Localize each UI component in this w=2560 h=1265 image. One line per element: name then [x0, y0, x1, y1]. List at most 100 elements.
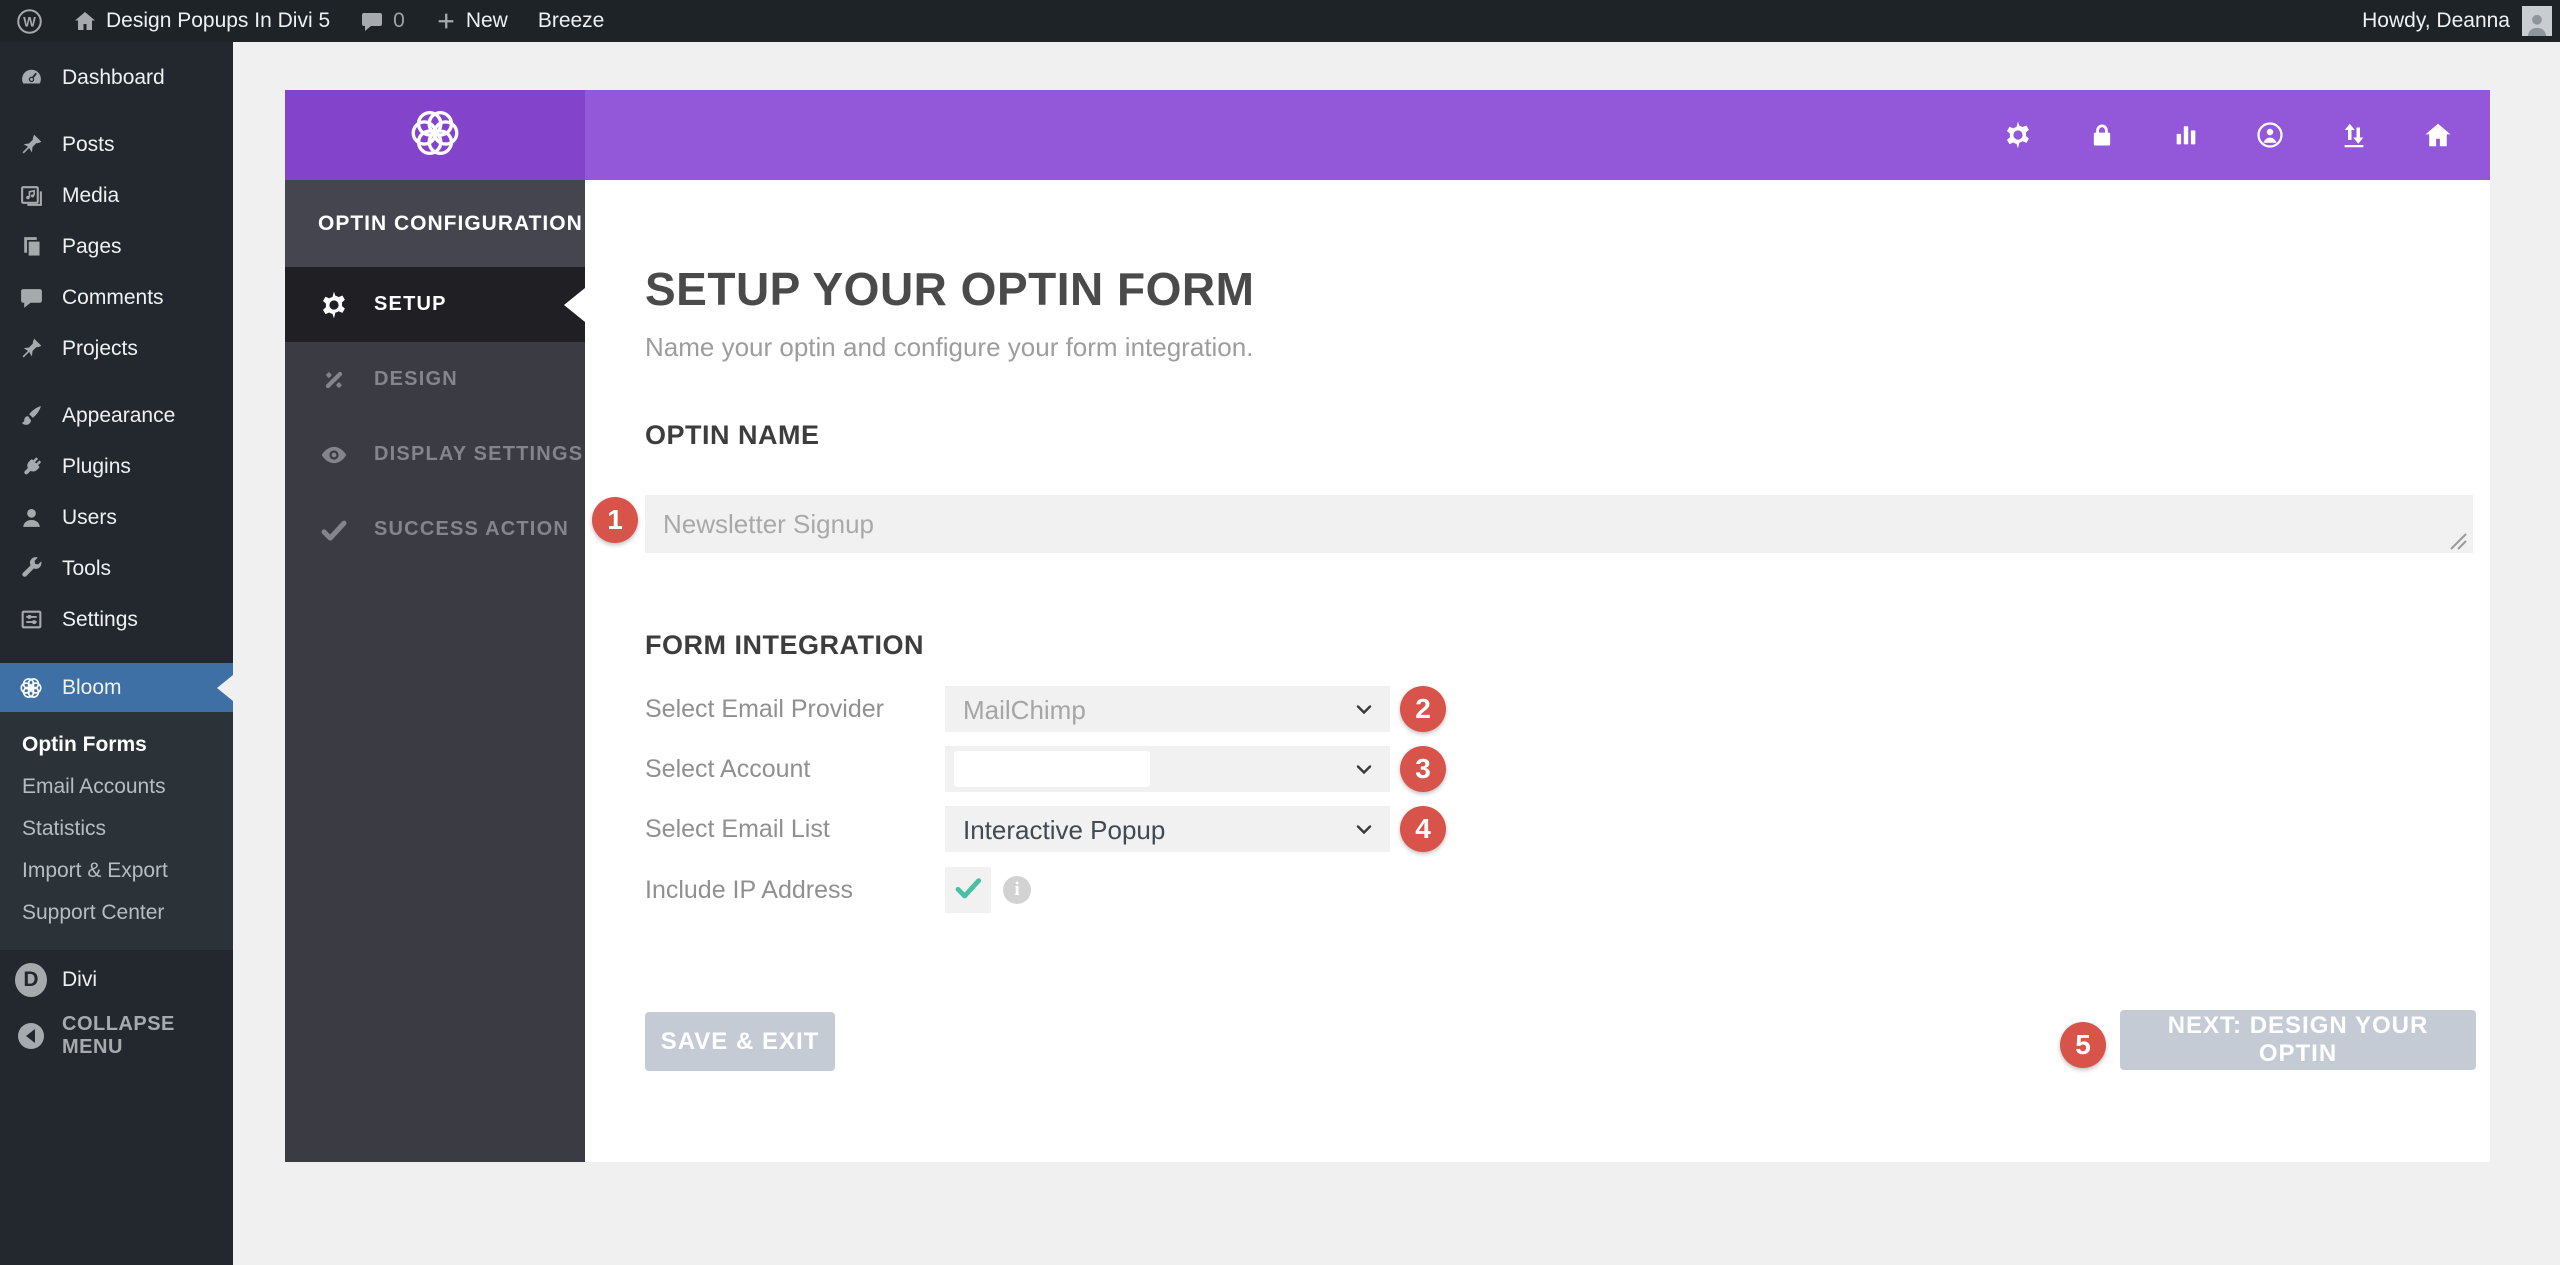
sidebar-item-bloom[interactable]: Bloom — [0, 663, 233, 712]
home-icon — [73, 9, 97, 33]
sidebar-item-pages[interactable]: Pages — [0, 221, 233, 272]
sidebar-item-settings[interactable]: Settings — [0, 594, 233, 645]
sidebar-item-comments[interactable]: Comments — [0, 272, 233, 323]
chevron-down-icon — [1352, 817, 1376, 846]
config-tab-label: DESIGN — [374, 368, 458, 391]
plus-icon — [435, 10, 457, 32]
pin-icon — [15, 132, 47, 157]
optin-config-panel: OPTIN CONFIGURATION SETUP DESIGN DISPLAY… — [285, 180, 585, 1162]
sidebar-item-posts[interactable]: Posts — [0, 119, 233, 170]
appearance-icon — [15, 403, 47, 428]
wp-sidebar: Dashboard Posts Media Pages Comments — [0, 42, 233, 1265]
site-menu[interactable]: Design Popups In Divi 5 — [73, 9, 330, 33]
submenu-item-statistics[interactable]: Statistics — [0, 808, 233, 850]
email-list-value: Interactive Popup — [963, 806, 1165, 852]
gear-icon[interactable] — [2002, 119, 2034, 151]
include-ip-checkbox[interactable] — [945, 867, 991, 913]
email-list-select[interactable]: Interactive Popup — [945, 806, 1390, 852]
stats-icon[interactable] — [2170, 119, 2202, 151]
optin-name-heading: OPTIN NAME — [645, 420, 820, 451]
new-menu[interactable]: New — [435, 9, 508, 33]
sidebar-item-projects[interactable]: Projects — [0, 323, 233, 374]
avatar[interactable] — [2522, 6, 2552, 36]
users-icon — [15, 505, 47, 530]
home-icon[interactable] — [2422, 119, 2454, 151]
pin-icon — [15, 336, 47, 361]
breeze-menu[interactable]: Breeze — [538, 9, 605, 33]
site-name: Design Popups In Divi 5 — [106, 9, 330, 33]
sidebar-item-tools[interactable]: Tools — [0, 543, 233, 594]
sidebar-item-label: Media — [62, 184, 119, 208]
new-label: New — [466, 9, 508, 33]
provider-select[interactable]: MailChimp — [945, 686, 1390, 732]
submenu-item-email-accounts[interactable]: Email Accounts — [0, 766, 233, 808]
page-subtitle: Name your optin and configure your form … — [645, 332, 1253, 363]
comments-count: 0 — [393, 9, 405, 33]
config-tab-label: SETUP — [374, 293, 447, 316]
comments-bubble[interactable]: 0 — [360, 9, 405, 33]
step-badge-4: 4 — [1400, 806, 1446, 852]
settings-icon — [15, 607, 47, 632]
wordpress-logo-icon[interactable]: W — [16, 8, 43, 35]
media-icon — [15, 183, 47, 208]
account-select[interactable] — [945, 746, 1390, 792]
config-tab-setup[interactable]: SETUP — [285, 267, 585, 342]
step-badge-3: 3 — [1400, 746, 1446, 792]
design-icon — [316, 365, 352, 395]
sidebar-item-label: Pages — [62, 235, 122, 259]
check-icon — [316, 515, 352, 545]
sidebar-item-users[interactable]: Users — [0, 492, 233, 543]
sidebar-item-plugins[interactable]: Plugins — [0, 441, 233, 492]
sidebar-item-divi[interactable]: D Divi — [0, 950, 233, 1010]
submenu-item-support-center[interactable]: Support Center — [0, 892, 233, 934]
bloom-header — [285, 90, 2490, 180]
comments-icon — [15, 285, 47, 310]
collapse-menu-button[interactable]: COLLAPSE MENU — [0, 1010, 233, 1062]
config-tab-display-settings[interactable]: DISPLAY SETTINGS — [285, 417, 585, 492]
sidebar-item-label: Bloom — [62, 676, 122, 700]
sidebar-item-label: Projects — [62, 337, 138, 361]
sidebar-item-label: Appearance — [62, 404, 175, 428]
breeze-label: Breeze — [538, 9, 605, 33]
divi-icon: D — [15, 963, 47, 997]
account-icon[interactable] — [2254, 119, 2286, 151]
sidebar-item-label: Posts — [62, 133, 115, 157]
pages-icon — [15, 234, 47, 259]
gear-icon — [316, 290, 352, 320]
chevron-down-icon — [1352, 697, 1376, 726]
svg-text:W: W — [23, 14, 36, 29]
bloom-submenu: Optin Forms Email Accounts Statistics Im… — [0, 712, 233, 950]
bloom-logo-block — [285, 90, 585, 180]
include-ip-label: Include IP Address — [645, 867, 853, 913]
sidebar-item-label: Users — [62, 506, 117, 530]
form-integration-heading: FORM INTEGRATION — [645, 630, 924, 661]
sidebar-item-appearance[interactable]: Appearance — [0, 390, 233, 441]
import-export-icon[interactable] — [2338, 119, 2370, 151]
provider-value: MailChimp — [963, 686, 1086, 732]
config-tab-success-action[interactable]: SUCCESS ACTION — [285, 492, 585, 567]
sidebar-item-label: Settings — [62, 608, 138, 632]
sidebar-item-dashboard[interactable]: Dashboard — [0, 52, 233, 103]
collapse-arrow-icon — [15, 1023, 47, 1049]
bloom-optin-setup-page: W Design Popups In Divi 5 0 New — [0, 0, 2560, 1265]
howdy-text[interactable]: Howdy, Deanna — [2362, 9, 2510, 33]
comment-icon — [360, 9, 384, 33]
submenu-item-optin-forms[interactable]: Optin Forms — [0, 724, 233, 766]
step-badge-5: 5 — [2060, 1022, 2106, 1068]
sidebar-item-label: Dashboard — [62, 66, 165, 90]
step-badge-2: 2 — [1400, 686, 1446, 732]
next-design-button[interactable]: NEXT: DESIGN YOUR OPTIN — [2120, 1010, 2476, 1070]
save-exit-button[interactable]: SAVE & EXIT — [645, 1012, 835, 1071]
eye-icon — [316, 440, 352, 470]
sidebar-item-media[interactable]: Media — [0, 170, 233, 221]
email-list-label: Select Email List — [645, 806, 830, 852]
page-title: SETUP YOUR OPTIN FORM — [645, 262, 1254, 316]
submenu-item-import-export[interactable]: Import & Export — [0, 850, 233, 892]
tools-icon — [15, 556, 47, 581]
bloom-flower-icon — [15, 675, 47, 701]
lock-icon[interactable] — [2086, 119, 2118, 151]
config-tab-design[interactable]: DESIGN — [285, 342, 585, 417]
optin-name-input[interactable]: Newsletter Signup — [645, 495, 2473, 553]
account-value-redacted — [954, 751, 1150, 787]
info-icon[interactable]: i — [1003, 876, 1031, 904]
